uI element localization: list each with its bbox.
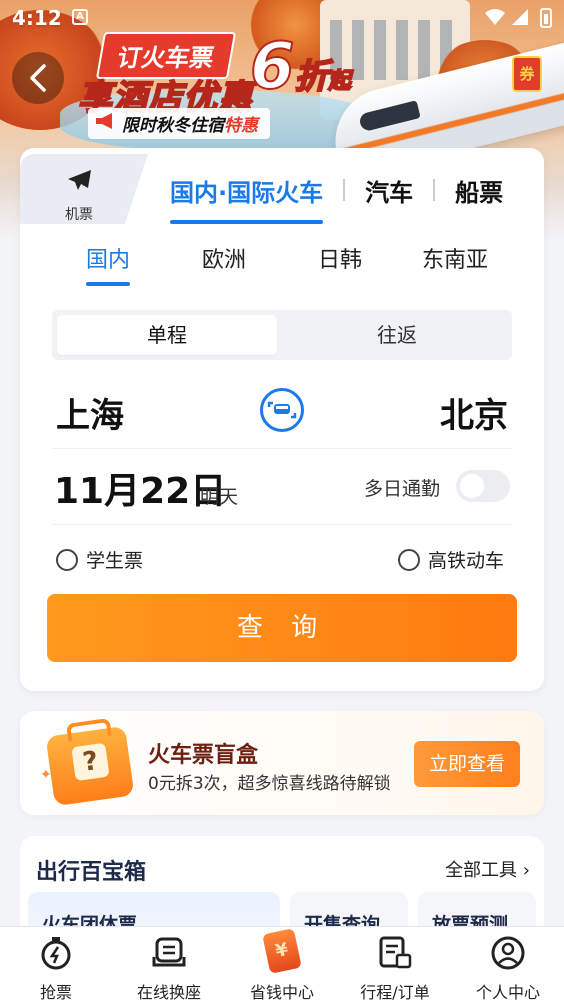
all-tools-label: 全部工具 (445, 860, 518, 881)
multi-day-pass-toggle[interactable] (456, 470, 510, 502)
order-icon (379, 936, 412, 969)
tab-divider (343, 179, 346, 201)
swap-cities-button[interactable] (260, 388, 304, 432)
tab-flight-label: 机票 (65, 207, 93, 223)
tab-divider (433, 179, 436, 201)
mystery-suitcase-icon: ? (45, 725, 135, 807)
radio-button[interactable] (398, 548, 420, 571)
transport-tabs: 国内·国际火车 汽车 船票 (170, 170, 503, 224)
promo-discount: 6折起 (249, 29, 352, 105)
high-speed-label: 高铁动车 (428, 550, 505, 572)
battery-icon (540, 8, 552, 28)
student-ticket-option[interactable]: 学生票 (56, 546, 143, 573)
booking-card: 机票 国内·国际火车 汽车 船票 国内 欧洲 日韩 东南亚 单程 往返 上海 北… (20, 148, 544, 691)
promo-subtitle-highlight: 特惠 (224, 116, 258, 136)
wifi-icon (485, 9, 505, 25)
discount-suffix: 起 (328, 68, 352, 95)
question-mark-icon: ? (71, 742, 110, 782)
multi-day-pass-label: 多日通勤 (364, 478, 441, 500)
blind-box-title: 火车票盲盒 (148, 743, 259, 768)
airplane-icon (68, 170, 91, 190)
round-trip-option[interactable]: 往返 (287, 315, 507, 355)
nav-trips-orders-label: 行程/订单 (360, 983, 430, 1002)
blind-box-card[interactable]: ? ✦ 火车票盲盒 0元拆3次，超多惊喜线路待解锁 立即查看 (20, 711, 544, 815)
coupon-icon[interactable]: 券 (512, 56, 542, 92)
nav-profile[interactable]: 个人中心 (452, 927, 564, 1004)
arrival-city[interactable]: 北京 (440, 388, 508, 437)
search-button[interactable]: 查 询 (47, 594, 517, 662)
tab-bus[interactable]: 汽车 (365, 173, 413, 208)
region-tab-southeast-asia[interactable]: 东南亚 (422, 242, 488, 274)
chevron-right-icon: › (522, 860, 530, 881)
back-button[interactable] (12, 52, 64, 104)
bottom-navigation: 抢票 在线换座 ¥ 省钱中心 行程/订单 个人中心 (0, 926, 564, 1004)
promo-subtitle-text: 限时秋冬住宿 (122, 116, 224, 136)
toolbox-title: 出行百宝箱 (36, 860, 147, 885)
divider (52, 448, 512, 449)
view-now-button[interactable]: 立即查看 (414, 741, 520, 787)
region-tab-japan-korea[interactable]: 日韩 (318, 242, 362, 274)
one-way-option[interactable]: 单程 (57, 315, 277, 355)
divider (52, 524, 512, 525)
tab-flight[interactable]: 机票 (20, 154, 148, 224)
swap-train-icon (267, 401, 297, 419)
tab-train[interactable]: 国内·国际火车 (170, 173, 324, 224)
nav-profile-label: 个人中心 (475, 983, 540, 1002)
signal-icon (512, 9, 528, 25)
discount-number: 6 (249, 29, 296, 105)
discount-unit: 折 (294, 56, 330, 98)
date-relative-label: 明天 (200, 486, 239, 508)
seat-icon (152, 937, 186, 967)
departure-city[interactable]: 上海 (56, 388, 124, 437)
high-speed-option[interactable]: 高铁动车 (398, 546, 504, 573)
region-tab-europe[interactable]: 欧洲 (202, 242, 246, 274)
student-ticket-label: 学生票 (86, 550, 144, 572)
nav-trips-orders[interactable]: 行程/订单 (339, 927, 451, 1004)
yuan-wallet-icon: ¥ (262, 928, 302, 974)
blind-box-subtitle: 0元拆3次，超多惊喜线路待解锁 (148, 774, 391, 794)
all-tools-link[interactable]: 全部工具 › (445, 856, 530, 882)
radio-button[interactable] (56, 548, 78, 571)
nav-seat-change[interactable]: 在线换座 (113, 927, 225, 1004)
nav-savings-center-label: 省钱中心 (249, 983, 314, 1002)
notification-icon: A (72, 9, 88, 25)
megaphone-icon (96, 113, 112, 129)
user-icon (491, 936, 525, 970)
trip-type-toggle: 单程 往返 (52, 310, 512, 360)
tab-ship[interactable]: 船票 (455, 173, 503, 208)
region-tabs: 国内 欧洲 日韩 东南亚 (20, 242, 544, 286)
nav-savings-center[interactable]: ¥ 省钱中心 (226, 927, 338, 1004)
nav-grab-tickets[interactable]: 抢票 (0, 927, 112, 1004)
status-time: 4:12 (12, 6, 62, 30)
nav-grab-tickets-label: 抢票 (39, 983, 72, 1002)
chevron-left-icon (30, 64, 46, 92)
stopwatch-icon (41, 937, 71, 970)
promo-subtitle: 限时秋冬住宿特惠 (88, 108, 270, 139)
nav-seat-change-label: 在线换座 (136, 983, 201, 1002)
sparkle-icon: ✦ (40, 767, 52, 783)
region-tab-domestic[interactable]: 国内 (86, 242, 131, 286)
